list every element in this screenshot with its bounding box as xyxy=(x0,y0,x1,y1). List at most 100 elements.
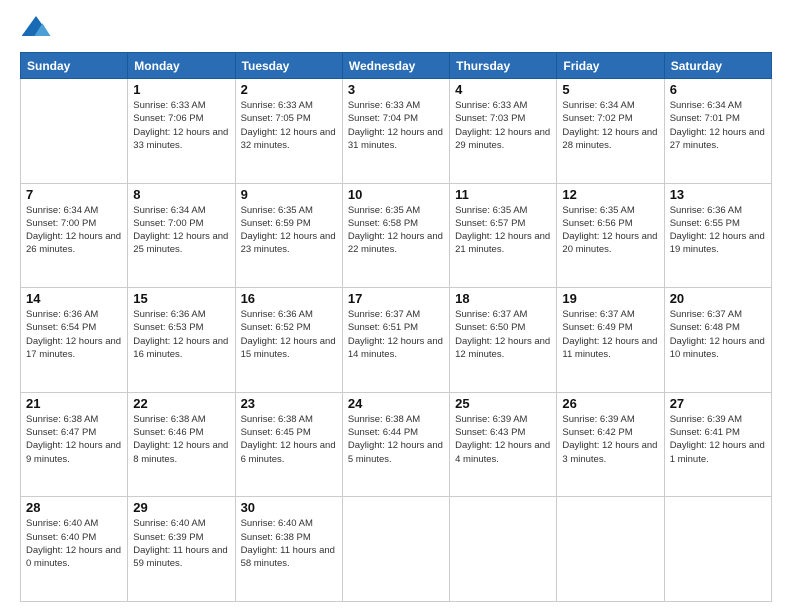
calendar-cell: 10 Sunrise: 6:35 AMSunset: 6:58 PMDayligh… xyxy=(342,183,449,288)
day-number: 6 xyxy=(670,82,766,97)
day-number: 24 xyxy=(348,396,444,411)
day-number: 27 xyxy=(670,396,766,411)
day-info: Sunrise: 6:36 AMSunset: 6:54 PMDaylight:… xyxy=(26,308,122,361)
calendar-cell: 29Sunrise: 6:40 AMSunset: 6:39 PMDayligh… xyxy=(128,497,235,602)
calendar-cell: 13 Sunrise: 6:36 AMSunset: 6:55 PMDayligh… xyxy=(664,183,771,288)
day-info: Sunrise: 6:35 AMSunset: 6:58 PMDaylight:… xyxy=(348,204,444,257)
weekday-header-tuesday: Tuesday xyxy=(235,53,342,79)
day-info: Sunrise: 6:40 AMSunset: 6:38 PMDaylight:… xyxy=(241,517,337,570)
weekday-header-sunday: Sunday xyxy=(21,53,128,79)
logo-icon xyxy=(20,12,52,44)
day-info: Sunrise: 6:37 AMSunset: 6:48 PMDaylight:… xyxy=(670,308,766,361)
day-number: 1 xyxy=(133,82,229,97)
day-info: Sunrise: 6:40 AMSunset: 6:40 PMDaylight:… xyxy=(26,517,122,570)
weekday-header-saturday: Saturday xyxy=(664,53,771,79)
calendar-cell: 1 Sunrise: 6:33 AMSunset: 7:06 PMDaylight… xyxy=(128,79,235,184)
calendar-cell: 3 Sunrise: 6:33 AMSunset: 7:04 PMDaylight… xyxy=(342,79,449,184)
calendar-cell: 21 Sunrise: 6:38 AMSunset: 6:47 PMDayligh… xyxy=(21,392,128,497)
calendar-cell xyxy=(664,497,771,602)
day-number: 10 xyxy=(348,187,444,202)
day-info: Sunrise: 6:34 AMSunset: 7:00 PMDaylight:… xyxy=(26,204,122,257)
calendar-cell: 18 Sunrise: 6:37 AMSunset: 6:50 PMDayligh… xyxy=(450,288,557,393)
week-row-1: 7Sunrise: 6:34 AMSunset: 7:00 PMDaylight… xyxy=(21,183,772,288)
day-number: 13 xyxy=(670,187,766,202)
day-info: Sunrise: 6:38 AMSunset: 6:46 PMDaylight:… xyxy=(133,413,229,466)
logo xyxy=(20,16,56,44)
day-number: 12 xyxy=(562,187,658,202)
day-info: Sunrise: 6:34 AMSunset: 7:00 PMDaylight:… xyxy=(133,204,229,257)
calendar-cell: 22 Sunrise: 6:38 AMSunset: 6:46 PMDayligh… xyxy=(128,392,235,497)
calendar-cell: 24 Sunrise: 6:38 AMSunset: 6:44 PMDayligh… xyxy=(342,392,449,497)
day-info: Sunrise: 6:33 AMSunset: 7:05 PMDaylight:… xyxy=(241,99,337,152)
weekday-header-friday: Friday xyxy=(557,53,664,79)
day-number: 3 xyxy=(348,82,444,97)
day-number: 14 xyxy=(26,291,122,306)
calendar-cell: 2 Sunrise: 6:33 AMSunset: 7:05 PMDaylight… xyxy=(235,79,342,184)
calendar-cell: 12Sunrise: 6:35 AMSunset: 6:56 PMDayligh… xyxy=(557,183,664,288)
day-number: 21 xyxy=(26,396,122,411)
calendar-cell: 28 Sunrise: 6:40 AMSunset: 6:40 PMDayligh… xyxy=(21,497,128,602)
day-info: Sunrise: 6:36 AMSunset: 6:52 PMDaylight:… xyxy=(241,308,337,361)
day-number: 19 xyxy=(562,291,658,306)
day-number: 8 xyxy=(133,187,229,202)
day-info: Sunrise: 6:38 AMSunset: 6:44 PMDaylight:… xyxy=(348,413,444,466)
day-number: 23 xyxy=(241,396,337,411)
day-number: 2 xyxy=(241,82,337,97)
calendar-cell: 27 Sunrise: 6:39 AMSunset: 6:41 PMDayligh… xyxy=(664,392,771,497)
calendar-cell xyxy=(342,497,449,602)
header xyxy=(20,16,772,44)
calendar-cell: 5 Sunrise: 6:34 AMSunset: 7:02 PMDaylight… xyxy=(557,79,664,184)
day-number: 30 xyxy=(241,500,337,515)
calendar-cell: 16 Sunrise: 6:36 AMSunset: 6:52 PMDayligh… xyxy=(235,288,342,393)
day-number: 4 xyxy=(455,82,551,97)
day-info: Sunrise: 6:38 AMSunset: 6:47 PMDaylight:… xyxy=(26,413,122,466)
day-number: 20 xyxy=(670,291,766,306)
day-info: Sunrise: 6:33 AMSunset: 7:04 PMDaylight:… xyxy=(348,99,444,152)
calendar: SundayMondayTuesdayWednesdayThursdayFrid… xyxy=(20,52,772,602)
day-number: 18 xyxy=(455,291,551,306)
day-number: 22 xyxy=(133,396,229,411)
page: SundayMondayTuesdayWednesdayThursdayFrid… xyxy=(0,0,792,612)
day-info: Sunrise: 6:37 AMSunset: 6:51 PMDaylight:… xyxy=(348,308,444,361)
day-number: 5 xyxy=(562,82,658,97)
calendar-cell: 7Sunrise: 6:34 AMSunset: 7:00 PMDaylight… xyxy=(21,183,128,288)
calendar-cell: 26Sunrise: 6:39 AMSunset: 6:42 PMDayligh… xyxy=(557,392,664,497)
day-number: 28 xyxy=(26,500,122,515)
week-row-3: 21 Sunrise: 6:38 AMSunset: 6:47 PMDayligh… xyxy=(21,392,772,497)
day-number: 11 xyxy=(455,187,551,202)
day-info: Sunrise: 6:34 AMSunset: 7:01 PMDaylight:… xyxy=(670,99,766,152)
week-row-2: 14 Sunrise: 6:36 AMSunset: 6:54 PMDayligh… xyxy=(21,288,772,393)
day-number: 9 xyxy=(241,187,337,202)
week-row-4: 28 Sunrise: 6:40 AMSunset: 6:40 PMDayligh… xyxy=(21,497,772,602)
day-info: Sunrise: 6:40 AMSunset: 6:39 PMDaylight:… xyxy=(133,517,229,570)
weekday-header-monday: Monday xyxy=(128,53,235,79)
day-info: Sunrise: 6:37 AMSunset: 6:50 PMDaylight:… xyxy=(455,308,551,361)
calendar-cell: 30 Sunrise: 6:40 AMSunset: 6:38 PMDayligh… xyxy=(235,497,342,602)
day-number: 26 xyxy=(562,396,658,411)
day-info: Sunrise: 6:36 AMSunset: 6:53 PMDaylight:… xyxy=(133,308,229,361)
calendar-cell xyxy=(450,497,557,602)
calendar-cell: 17 Sunrise: 6:37 AMSunset: 6:51 PMDayligh… xyxy=(342,288,449,393)
day-info: Sunrise: 6:38 AMSunset: 6:45 PMDaylight:… xyxy=(241,413,337,466)
weekday-header-thursday: Thursday xyxy=(450,53,557,79)
day-number: 17 xyxy=(348,291,444,306)
day-info: Sunrise: 6:34 AMSunset: 7:02 PMDaylight:… xyxy=(562,99,658,152)
calendar-cell xyxy=(557,497,664,602)
day-info: Sunrise: 6:35 AMSunset: 6:57 PMDaylight:… xyxy=(455,204,551,257)
day-info: Sunrise: 6:35 AMSunset: 6:59 PMDaylight:… xyxy=(241,204,337,257)
calendar-cell: 11 Sunrise: 6:35 AMSunset: 6:57 PMDayligh… xyxy=(450,183,557,288)
day-info: Sunrise: 6:39 AMSunset: 6:41 PMDaylight:… xyxy=(670,413,766,466)
day-number: 25 xyxy=(455,396,551,411)
day-info: Sunrise: 6:33 AMSunset: 7:03 PMDaylight:… xyxy=(455,99,551,152)
day-info: Sunrise: 6:36 AMSunset: 6:55 PMDaylight:… xyxy=(670,204,766,257)
day-number: 15 xyxy=(133,291,229,306)
day-info: Sunrise: 6:39 AMSunset: 6:43 PMDaylight:… xyxy=(455,413,551,466)
day-info: Sunrise: 6:33 AMSunset: 7:06 PMDaylight:… xyxy=(133,99,229,152)
calendar-cell: 20 Sunrise: 6:37 AMSunset: 6:48 PMDayligh… xyxy=(664,288,771,393)
calendar-cell: 14 Sunrise: 6:36 AMSunset: 6:54 PMDayligh… xyxy=(21,288,128,393)
day-number: 16 xyxy=(241,291,337,306)
calendar-cell: 4 Sunrise: 6:33 AMSunset: 7:03 PMDaylight… xyxy=(450,79,557,184)
calendar-cell: 23 Sunrise: 6:38 AMSunset: 6:45 PMDayligh… xyxy=(235,392,342,497)
calendar-cell: 8 Sunrise: 6:34 AMSunset: 7:00 PMDaylight… xyxy=(128,183,235,288)
weekday-header-wednesday: Wednesday xyxy=(342,53,449,79)
